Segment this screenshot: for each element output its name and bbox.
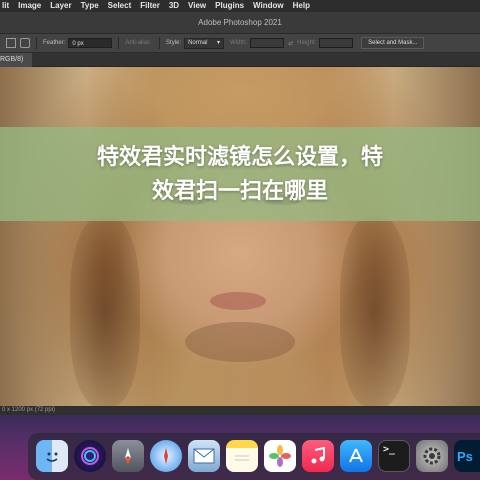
- divider: [36, 37, 37, 49]
- image-canvas[interactable]: [0, 67, 480, 406]
- menu-select[interactable]: Select: [108, 0, 132, 12]
- photo-lips: [210, 292, 266, 310]
- photoshop-glyph: Ps: [457, 448, 473, 464]
- style-select[interactable]: Normal ▾: [184, 37, 225, 49]
- feather-input[interactable]: 0 px: [68, 38, 113, 48]
- headline-line-1: 特效君实时滤镜怎么设置，特: [96, 145, 383, 170]
- photoshop-icon[interactable]: Ps: [454, 440, 480, 472]
- menu-filter[interactable]: Filter: [140, 0, 160, 12]
- headline-text: 特效君实时滤镜怎么设置，特 效君扫一扫在哪里: [0, 141, 480, 209]
- select-and-mask-button[interactable]: Select and Mask...: [361, 37, 425, 49]
- system-preferences-icon[interactable]: [416, 440, 448, 472]
- feather-label: Feather:: [43, 40, 66, 46]
- width-label: Width:: [230, 40, 248, 46]
- menu-3d[interactable]: 3D: [169, 0, 179, 12]
- music-icon[interactable]: [302, 440, 334, 472]
- photo-hair-shadow-right: [340, 217, 410, 406]
- window-title: Adobe Photoshop 2021: [198, 18, 282, 27]
- terminal-glyph: >_: [383, 444, 396, 455]
- antialias-checkbox[interactable]: Anti-alias: [125, 40, 150, 46]
- menu-image[interactable]: Image: [18, 0, 41, 12]
- width-input[interactable]: [250, 38, 285, 48]
- height-label: Height:: [297, 40, 317, 46]
- divider: [159, 37, 161, 49]
- menu-window[interactable]: Window: [253, 0, 284, 12]
- menu-type[interactable]: Type: [81, 0, 99, 12]
- safari-icon[interactable]: [150, 440, 182, 472]
- window-title-bar: Adobe Photoshop 2021: [0, 12, 480, 34]
- marquee-tool-icon[interactable]: [6, 38, 16, 48]
- mail-icon[interactable]: [188, 440, 220, 472]
- headline-line-2: 效君扫一扫在哪里: [151, 179, 328, 204]
- photo-chin-shadow: [185, 322, 295, 362]
- menu-view[interactable]: View: [188, 0, 206, 12]
- divider: [118, 37, 120, 49]
- style-label: Style:: [166, 40, 182, 46]
- photos-icon[interactable]: [264, 440, 296, 472]
- chevron-down-icon: ▾: [217, 39, 221, 46]
- menu-file-partial[interactable]: lit: [2, 0, 9, 12]
- document-tab[interactable]: RGB/8): [0, 53, 32, 67]
- options-bar: Feather: 0 px Anti-alias Style: Normal ▾…: [0, 34, 480, 53]
- notes-icon[interactable]: [226, 440, 258, 472]
- finder-icon[interactable]: [36, 440, 68, 472]
- terminal-icon[interactable]: >_: [378, 440, 410, 472]
- launchpad-icon[interactable]: [112, 440, 144, 472]
- menu-layer[interactable]: Layer: [50, 0, 71, 12]
- app-store-icon[interactable]: [340, 440, 372, 472]
- swap-icon[interactable]: ⇄: [288, 40, 293, 47]
- style-select-value: Normal: [188, 39, 208, 46]
- height-input[interactable]: [319, 38, 354, 48]
- menu-help[interactable]: Help: [293, 0, 310, 12]
- document-tab-bar: RGB/8): [0, 53, 480, 67]
- siri-icon[interactable]: [74, 440, 106, 472]
- selection-mode-icon[interactable]: [20, 38, 30, 48]
- status-bar: 0 x 1200 px (72 ppi): [0, 406, 480, 415]
- menu-bar: lit Image Layer Type Select Filter 3D Vi…: [0, 0, 480, 12]
- photo-hair-shadow-left: [70, 217, 140, 406]
- document-dimensions: 0 x 1200 px (72 ppi): [2, 407, 56, 413]
- menu-plugins[interactable]: Plugins: [215, 0, 244, 12]
